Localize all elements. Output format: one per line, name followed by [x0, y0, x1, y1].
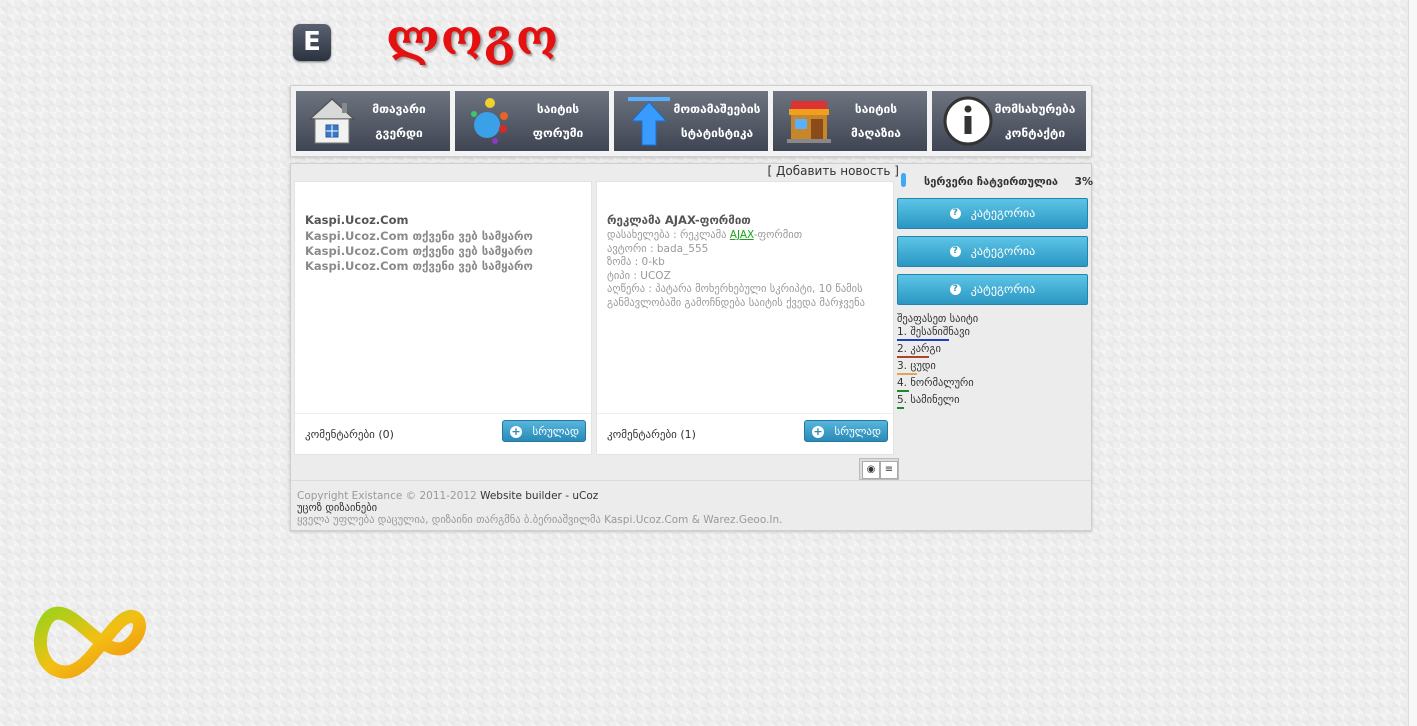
card-detail-name: დასახელება : რეკლამა AJAX-ფორმით — [607, 229, 803, 241]
poll-option[interactable]: 3. ცუდი — [897, 360, 978, 373]
info-icon — [943, 96, 993, 146]
nav-label: მთავარი გვერდი — [372, 102, 426, 140]
poll-bar — [897, 373, 917, 375]
question-icon: ? — [949, 246, 961, 257]
poll-title: შეაფასეთ საიტი — [897, 313, 979, 325]
card-detail-author: ავტორი : bada_555 — [607, 242, 709, 255]
poll-option[interactable]: 2. კარგი — [897, 343, 978, 356]
view-eye-icon[interactable]: ◉ — [862, 461, 880, 479]
nav-label: მომსახურება კონტაქტი — [994, 102, 1076, 140]
nav-label: საიტის მაღაზია — [851, 102, 901, 140]
ajax-link[interactable]: AJAX — [730, 229, 754, 241]
right-scrollbar[interactable] — [1408, 0, 1417, 726]
card-text-line: Kaspi.Ucoz.Com თქვენი ვებ სამყარო — [305, 229, 533, 243]
poll-option[interactable]: 4. ნორმალური — [897, 377, 978, 390]
plus-icon: + — [510, 425, 522, 438]
card-title[interactable]: რეკლამა AJAX-ფორმით — [607, 213, 751, 227]
builder-link[interactable]: Website builder - uCoz — [480, 490, 598, 502]
forum-bubbles-icon — [471, 98, 508, 144]
view-list-icon[interactable]: ≡ — [880, 461, 898, 479]
add-news-link[interactable]: [ Добавить новость ] — [768, 164, 899, 178]
nav-label: მოთამაშეების სტატისტიკა — [673, 102, 761, 140]
poll-bar — [897, 356, 929, 358]
main-nav: მთავარი გვერდი საიტის ფორუმი მოთამაშეების ს… — [290, 85, 1092, 157]
card-footer: კომენტარები (1) + სრულად — [597, 413, 893, 454]
infinity-logo-icon[interactable] — [30, 598, 155, 690]
footer-divider — [291, 480, 1091, 481]
card-title[interactable]: Kaspi.Ucoz.Com — [305, 213, 409, 227]
poll-bar — [897, 390, 909, 392]
footer-copyright: Copyright Existance © 2011-2012 Website … — [297, 490, 783, 526]
read-more-button[interactable]: + სრულად — [502, 420, 586, 442]
category-button[interactable]: ? კატეგორია — [897, 274, 1088, 305]
nav-item-forum[interactable]: საიტის ფორუმი — [455, 91, 609, 151]
card-text-line: Kaspi.Ucoz.Com თქვენი ვებ სამყარო — [305, 244, 533, 258]
category-button[interactable]: ? კატეგორია — [897, 236, 1088, 267]
nav-label: საიტის ფორუმი — [532, 102, 584, 140]
nav-item-home[interactable]: მთავარი გვერდი — [296, 91, 450, 151]
server-load: სერვერი ჩატვირთულია 3% — [897, 172, 1093, 190]
server-load-label: სერვერი ჩატვირთულია — [924, 175, 1059, 188]
card-detail-type: ტიპი : UCOZ — [607, 269, 671, 282]
news-card: რეკლამა AJAX-ფორმით დასახელება : რეკლამა… — [596, 181, 894, 455]
comments-link[interactable]: კომენტარები (0) — [305, 428, 394, 441]
logo-e-icon[interactable]: E — [293, 24, 331, 61]
plus-icon: + — [812, 425, 824, 438]
nav-item-contact[interactable]: მომსახურება კონტაქტი — [932, 91, 1086, 151]
card-detail-size: ზომა : 0-kb — [607, 256, 665, 268]
poll-option[interactable]: 5. სამინელი — [897, 394, 978, 407]
comments-link[interactable]: კომენტარები (1) — [607, 428, 696, 441]
news-card: Kaspi.Ucoz.Com Kaspi.Ucoz.Com თქვენი ვებ… — [294, 181, 592, 455]
designers-link[interactable]: უცოზ დიზაინები — [297, 502, 783, 514]
poll-bar — [897, 339, 949, 341]
shop-icon — [787, 101, 831, 143]
view-switcher: ◉ ≡ — [859, 458, 899, 480]
site-logo[interactable]: ლოგო — [386, 10, 559, 66]
server-load-indicator — [901, 173, 906, 187]
question-icon: ? — [949, 284, 961, 295]
nav-item-stats[interactable]: მოთამაშეების სტატისტიკა — [614, 91, 768, 151]
poll-bar — [897, 407, 904, 409]
read-more-button[interactable]: + სრულად — [804, 420, 888, 442]
card-footer: კომენტარები (0) + სრულად — [295, 413, 591, 454]
card-detail-desc: განმავლობაში გამოჩნდება საიტის ქვედა მარ… — [607, 296, 865, 309]
nav-item-shop[interactable]: საიტის მაღაზია — [773, 91, 927, 151]
card-detail-desc: აღწერა : პატარა მოხერხებული სკრიპტი, 10 … — [607, 283, 863, 295]
server-load-percent: 3% — [1074, 175, 1093, 188]
rights-text: ყველა უფლება დაცულია, დიზაინი თარგმნა ბ.… — [297, 514, 783, 526]
question-icon: ? — [949, 208, 961, 219]
card-text-line: Kaspi.Ucoz.Com თქვენი ვებ სამყარო — [305, 259, 533, 273]
category-button[interactable]: ? კატეგორია — [897, 198, 1088, 229]
home-icon — [308, 97, 356, 144]
rating-poll: შეაფასეთ საიტი 1. შესანიშნავი 2. კარგი 3… — [897, 313, 978, 411]
content-panel: [ Добавить новость ] Kaspi.Ucoz.Com Kasp… — [290, 163, 1093, 531]
poll-option[interactable]: 1. შესანიშნავი — [897, 326, 978, 339]
up-arrow-icon — [628, 97, 670, 146]
